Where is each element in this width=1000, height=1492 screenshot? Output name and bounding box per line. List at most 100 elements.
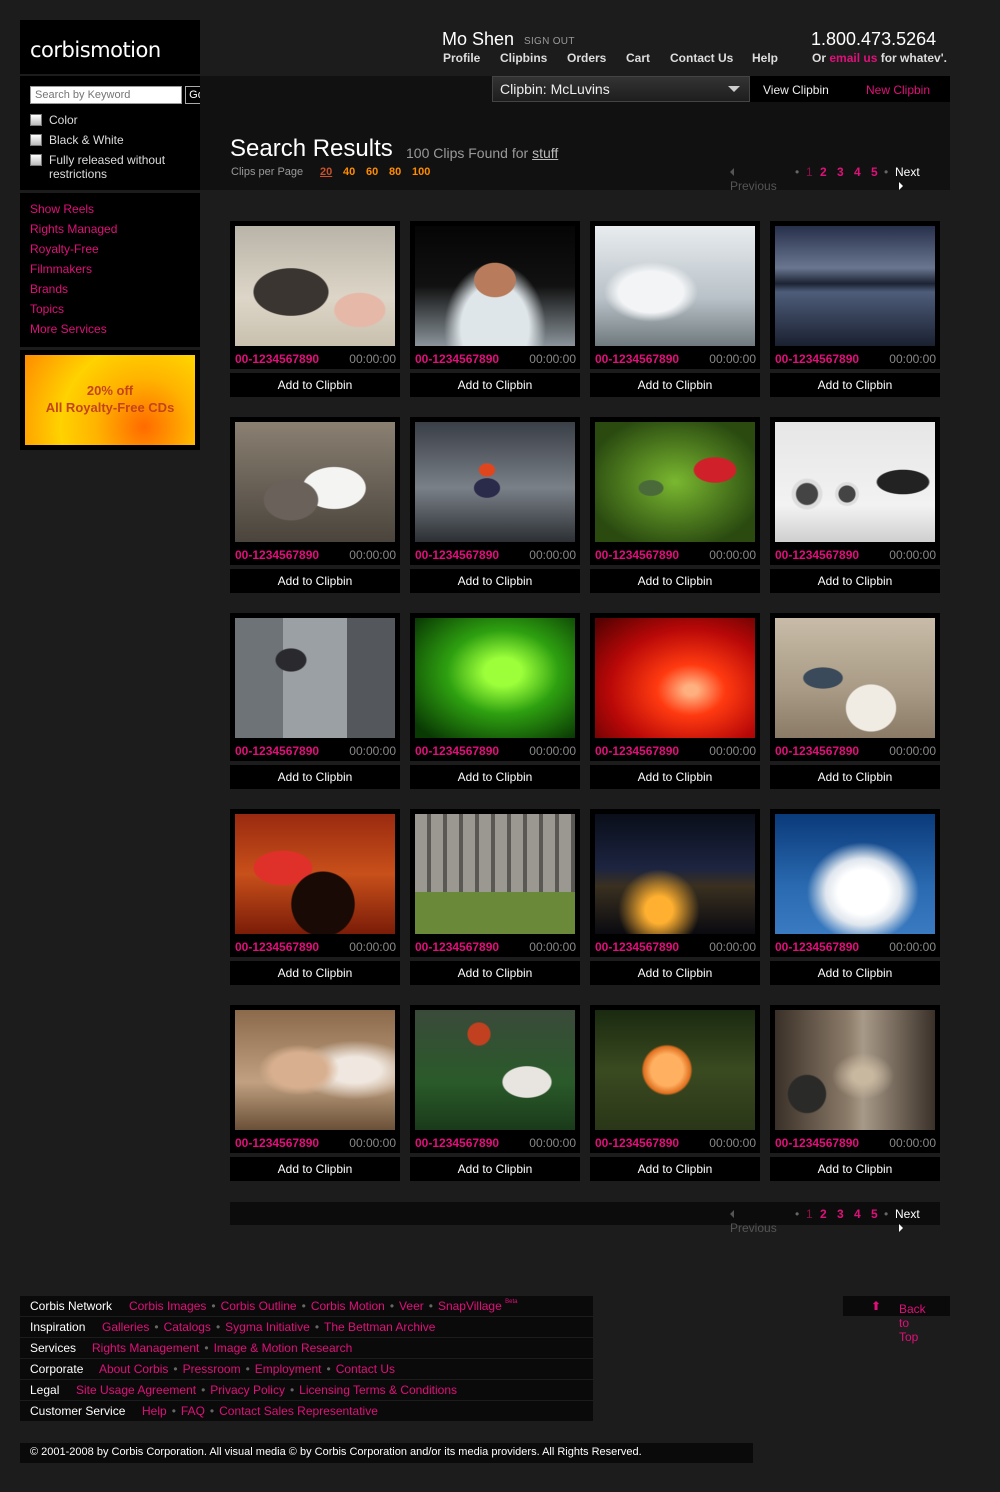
per-page-20[interactable]: 20 xyxy=(320,166,332,178)
page-2[interactable]: 2 xyxy=(820,1207,827,1221)
thumbnail-laundromat[interactable] xyxy=(775,422,935,542)
per-page-80[interactable]: 80 xyxy=(389,166,401,178)
nav-cart[interactable]: Cart xyxy=(626,51,650,65)
footer-link[interactable]: Contact Us xyxy=(336,1362,395,1376)
clip-id[interactable]: 00-1234567890 xyxy=(235,352,319,366)
clip-card[interactable]: 00-1234567890 00:00:00 xyxy=(410,221,580,369)
clip-id[interactable]: 00-1234567890 xyxy=(415,940,499,954)
footer-link[interactable]: Galleries xyxy=(102,1320,149,1334)
thumbnail-rugby[interactable] xyxy=(415,1010,575,1130)
add-to-clipbin-button[interactable]: Add to Clipbin xyxy=(770,1157,940,1181)
black-white-checkbox[interactable] xyxy=(30,134,42,146)
clip-id[interactable]: 00-1234567890 xyxy=(595,1136,679,1150)
search-input[interactable] xyxy=(30,86,182,104)
add-to-clipbin-button[interactable]: Add to Clipbin xyxy=(770,373,940,397)
add-to-clipbin-button[interactable]: Add to Clipbin xyxy=(770,961,940,985)
clip-id[interactable]: 00-1234567890 xyxy=(415,1136,499,1150)
footer-link[interactable]: Pressroom xyxy=(183,1362,241,1376)
thumbnail-flower-macro[interactable] xyxy=(595,1010,755,1130)
clip-id[interactable]: 00-1234567890 xyxy=(775,940,859,954)
clip-card[interactable]: 00-1234567890 00:00:00 xyxy=(590,613,760,761)
clip-card[interactable]: 00-1234567890 00:00:00 xyxy=(590,1005,760,1153)
previous-link[interactable]: Previous xyxy=(730,165,777,193)
footer-link[interactable]: About Corbis xyxy=(99,1362,168,1376)
footer-link[interactable]: Corbis Outline xyxy=(221,1299,297,1313)
filter-black-white[interactable]: Black & White xyxy=(30,133,124,147)
footer-link[interactable]: Veer xyxy=(399,1299,424,1313)
thumbnail-hummingbird[interactable] xyxy=(595,422,755,542)
clip-id[interactable]: 00-1234567890 xyxy=(415,352,499,366)
per-page-100[interactable]: 100 xyxy=(412,166,430,178)
thumbnail-green-abstract[interactable] xyxy=(415,618,575,738)
sidebar-item-show-reels[interactable]: Show Reels xyxy=(30,202,94,216)
thumbnail-papers-office[interactable] xyxy=(415,814,575,934)
clip-id[interactable]: 00-1234567890 xyxy=(235,744,319,758)
clip-id[interactable]: 00-1234567890 xyxy=(775,744,859,758)
clip-card[interactable]: 00-1234567890 00:00:00 xyxy=(770,221,940,369)
filter-fully-released[interactable]: Fully released without restrictions xyxy=(30,153,180,181)
clip-card[interactable]: 00-1234567890 00:00:00 xyxy=(770,613,940,761)
chevron-down-icon[interactable] xyxy=(721,77,749,101)
clip-card[interactable]: 00-1234567890 00:00:00 xyxy=(410,417,580,565)
view-clipbin-link[interactable]: View Clipbin xyxy=(763,83,829,97)
nav-help[interactable]: Help xyxy=(752,51,778,65)
clip-id[interactable]: 00-1234567890 xyxy=(775,352,859,366)
add-to-clipbin-button[interactable]: Add to Clipbin xyxy=(770,765,940,789)
clip-card[interactable]: 00-1234567890 00:00:00 xyxy=(590,417,760,565)
clip-id[interactable]: 00-1234567890 xyxy=(235,1136,319,1150)
sidebar-item-topics[interactable]: Topics xyxy=(30,302,64,316)
clip-card[interactable]: 00-1234567890 00:00:00 xyxy=(770,1005,940,1153)
clip-card[interactable]: 00-1234567890 00:00:00 xyxy=(230,417,400,565)
page-4[interactable]: 4 xyxy=(854,1207,861,1221)
add-to-clipbin-button[interactable]: Add to Clipbin xyxy=(410,961,580,985)
clip-card[interactable]: 00-1234567890 00:00:00 xyxy=(230,221,400,369)
sidebar-item-royalty-free[interactable]: Royalty-Free xyxy=(30,242,99,256)
footer-link[interactable]: Privacy Policy xyxy=(210,1383,285,1397)
thumbnail-swimmer[interactable] xyxy=(415,226,575,346)
thumbnail-runner[interactable] xyxy=(415,422,575,542)
clip-card[interactable]: 00-1234567890 00:00:00 xyxy=(770,809,940,957)
thumbnail-clouds[interactable] xyxy=(775,814,935,934)
per-page-40[interactable]: 40 xyxy=(343,166,355,178)
thumbnail-businessman-jump[interactable] xyxy=(235,618,395,738)
promo-banner[interactable]: 20% off All Royalty-Free CDs xyxy=(20,350,200,450)
add-to-clipbin-button[interactable]: Add to Clipbin xyxy=(770,569,940,593)
promo-image[interactable]: 20% off All Royalty-Free CDs xyxy=(25,355,195,445)
thumbnail-white-horses[interactable] xyxy=(595,226,755,346)
sidebar-item-more-services[interactable]: More Services xyxy=(30,322,107,336)
clip-card[interactable]: 00-1234567890 00:00:00 xyxy=(410,613,580,761)
per-page-60[interactable]: 60 xyxy=(366,166,378,178)
add-to-clipbin-button[interactable]: Add to Clipbin xyxy=(410,373,580,397)
clip-card[interactable]: 00-1234567890 00:00:00 xyxy=(770,417,940,565)
footer-link[interactable]: Site Usage Agreement xyxy=(76,1383,196,1397)
filter-color[interactable]: Color xyxy=(30,113,78,127)
nav-contact-us[interactable]: Contact Us xyxy=(670,51,733,65)
page-5[interactable]: 5 xyxy=(871,165,878,179)
add-to-clipbin-button[interactable]: Add to Clipbin xyxy=(230,961,400,985)
footer-link[interactable]: Sygma Initiative xyxy=(225,1320,310,1334)
add-to-clipbin-button[interactable]: Add to Clipbin xyxy=(590,569,760,593)
sidebar-item-filmmakers[interactable]: Filmmakers xyxy=(30,262,92,276)
add-to-clipbin-button[interactable]: Add to Clipbin xyxy=(590,1157,760,1181)
thumbnail-hallway-toys[interactable] xyxy=(775,1010,935,1130)
thumbnail-woman-lights[interactable] xyxy=(235,1010,395,1130)
add-to-clipbin-button[interactable]: Add to Clipbin xyxy=(230,373,400,397)
footer-link[interactable]: Help xyxy=(142,1404,167,1418)
previous-link[interactable]: Previous xyxy=(730,1207,777,1235)
new-clipbin-link[interactable]: New Clipbin xyxy=(866,83,930,97)
thumbnail-lake-pier[interactable] xyxy=(775,226,935,346)
page-2[interactable]: 2 xyxy=(820,165,827,179)
footer-link[interactable]: Corbis Images xyxy=(129,1299,206,1313)
next-link[interactable]: Next xyxy=(895,165,920,193)
page-3[interactable]: 3 xyxy=(837,165,844,179)
footer-link[interactable]: The Bettman Archive xyxy=(324,1320,435,1334)
add-to-clipbin-button[interactable]: Add to Clipbin xyxy=(410,765,580,789)
clip-card[interactable]: 00-1234567890 00:00:00 xyxy=(230,1005,400,1153)
sidebar-item-brands[interactable]: Brands xyxy=(30,282,68,296)
page-1[interactable]: 1 xyxy=(806,165,813,179)
footer-link[interactable]: Licensing Terms & Conditions xyxy=(299,1383,457,1397)
thumbnail-pigs[interactable] xyxy=(235,226,395,346)
thumbnail-bullfighter[interactable] xyxy=(235,814,395,934)
clipbin-select[interactable]: Clipbin: McLuvins xyxy=(492,76,750,102)
clip-card[interactable]: 00-1234567890 00:00:00 xyxy=(590,809,760,957)
